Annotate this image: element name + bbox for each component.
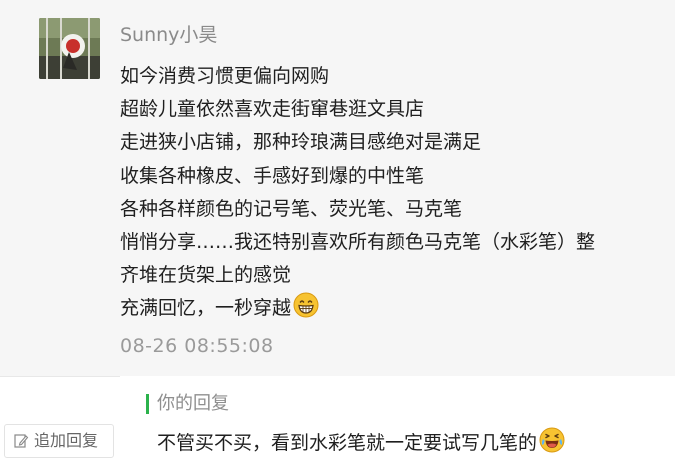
post-line: 如今消费习惯更偏向网购: [120, 65, 330, 87]
post-timestamp: 08-26 08:55:08: [120, 335, 274, 357]
post-line: 超龄儿童依然喜欢走街窜巷逛文具店: [120, 98, 425, 121]
pen-icon: [13, 433, 29, 449]
add-reply-label: 追加回复: [34, 431, 99, 450]
reply-text-content: 不管买不买，看到水彩笔就一定要试写几笔的: [157, 432, 538, 454]
post-line: 各种各样颜色的记号笔、荧光笔、马克笔: [120, 197, 463, 220]
post-line: 悄悄分享……我还特别喜欢所有颜色马克笔（水彩笔）整: [120, 231, 596, 254]
post-card: Sunny小昊 如今消费习惯更偏向网购 超龄儿童依然喜欢走街窜巷逛文具店 走进狭…: [0, 0, 675, 377]
laughing-tears-emoji: [539, 427, 565, 462]
reply-accent-bar: [146, 394, 149, 414]
reply-text: 不管买不买，看到水彩笔就一定要试写几笔的: [157, 427, 565, 462]
username[interactable]: Sunny小昊: [120, 22, 217, 48]
post-line: 收集各种橡皮、手感好到爆的中性笔: [120, 164, 425, 187]
grinning-face-emoji: [293, 292, 319, 329]
post-line: 走进狭小店铺，那种玲琅满目感绝对是满足: [120, 131, 482, 154]
post-content: 如今消费习惯更偏向网购 超龄儿童依然喜欢走街窜巷逛文具店 走进狭小店铺，那种玲琅…: [120, 60, 660, 330]
post-line-last: 充满回忆，一秒穿越: [120, 292, 660, 329]
post-line-text: 充满回忆，一秒穿越: [120, 297, 292, 320]
post-line: 齐堆在货架上的感觉: [120, 264, 292, 287]
avatar[interactable]: [39, 18, 100, 79]
add-reply-button[interactable]: 追加回复: [4, 424, 114, 458]
reply-label: 你的回复: [157, 393, 229, 414]
